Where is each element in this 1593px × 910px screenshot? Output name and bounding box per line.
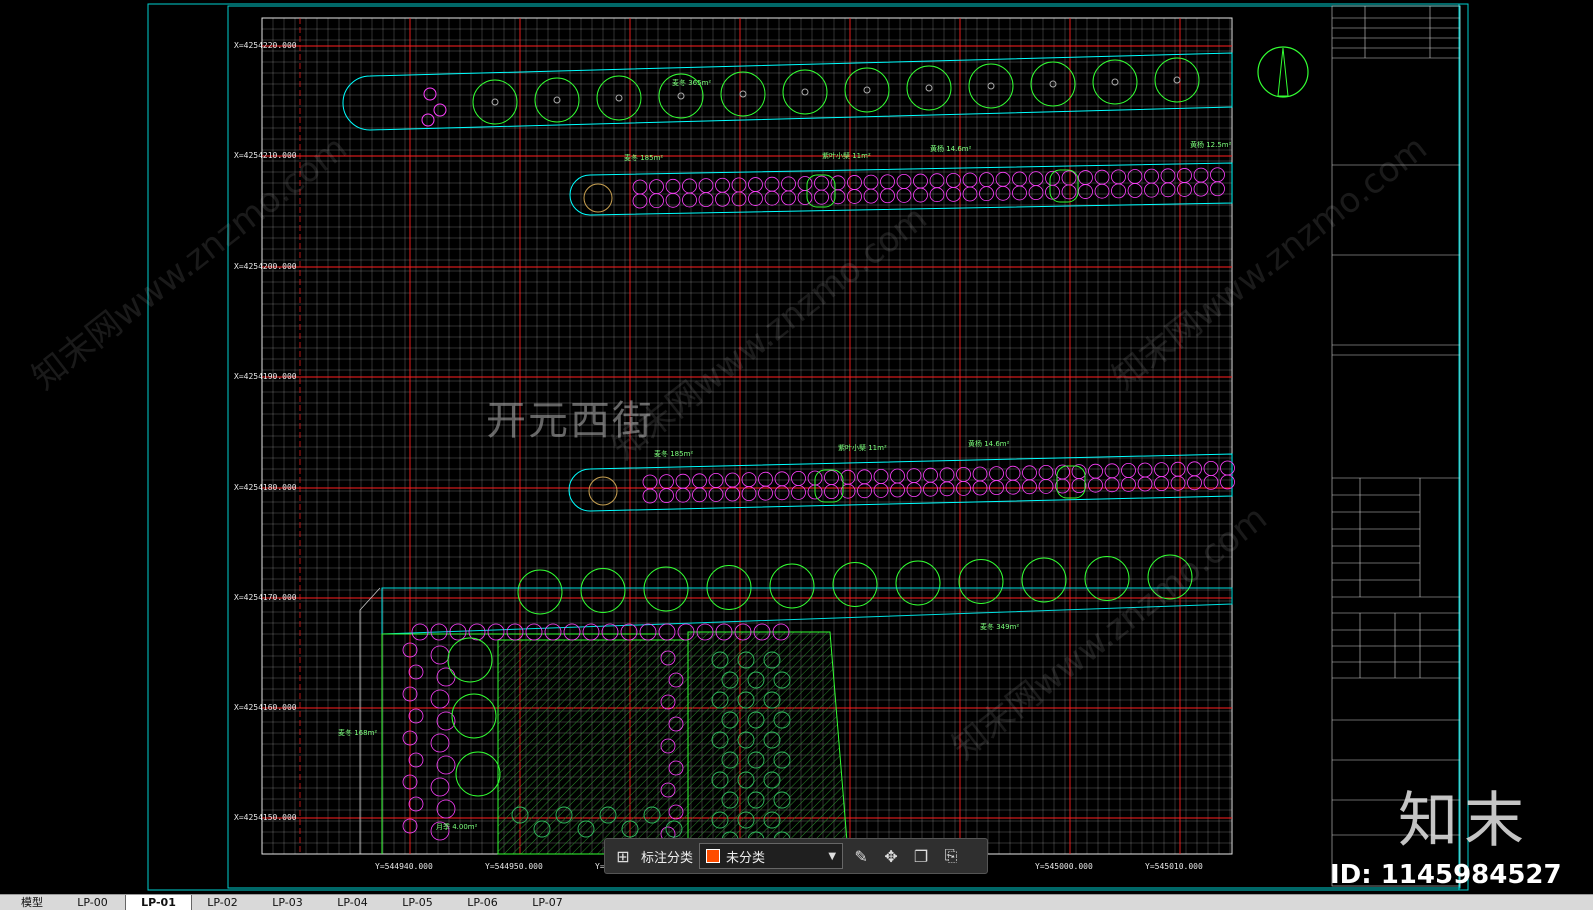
y-coordinate: X=4254160.000 [234, 703, 297, 712]
title-block [1331, 5, 1461, 887]
layout-tab-bar: 模型 LP-00 LP-01 LP-02 LP-03 LP-04 LP-05 LP-06 LP-… [0, 894, 1593, 910]
y-coordinate: X=4254220.000 [234, 41, 297, 50]
y-coordinate: X=4254210.000 [234, 151, 297, 160]
y-coordinate: X=4254200.000 [234, 262, 297, 271]
plant-annotation: 麦冬 185m² [624, 154, 664, 162]
layout-tab-lp-06[interactable]: LP-06 [450, 895, 515, 910]
street-label: 开元西街 [486, 398, 654, 444]
layout-tab-lp-00[interactable]: LP-00 [60, 895, 125, 910]
planting-strip [569, 162, 1233, 216]
tree-row [517, 554, 1193, 615]
layout-tab-lp-05[interactable]: LP-05 [385, 895, 450, 910]
x-coordinate: Y=544950.000 [485, 862, 543, 871]
north-arrow [1257, 46, 1309, 98]
layout-tab-lp-03[interactable]: LP-03 [255, 895, 320, 910]
planting-bed [359, 587, 1233, 855]
y-coordinate: X=4254180.000 [234, 483, 297, 492]
planting-strip [342, 52, 1233, 131]
plant-annotation: 麦冬 168m² [338, 729, 378, 737]
y-coordinate: X=4254170.000 [234, 593, 297, 602]
x-coordinate: Y=545010.000 [1145, 862, 1203, 871]
move-icon[interactable]: ✥ [879, 844, 903, 868]
layout-tab-lp-07[interactable]: LP-07 [515, 895, 580, 910]
cad-viewport[interactable]: X=4254220.000 X=4254210.000 X=4254200.000 X… [0, 0, 1593, 894]
annotation-category-dropdown[interactable]: 未分类 ▼ [699, 843, 844, 869]
plant-annotation: 黄杨 14.6m² [930, 145, 972, 153]
plant-annotation: 黄杨 12.5m² [1190, 141, 1232, 149]
x-coordinate: Y=544940.000 [375, 862, 433, 871]
plant-annotation: 麦冬 349m² [980, 623, 1020, 631]
plant-annotation: 麦冬 185m² [654, 450, 694, 458]
category-color-swatch [706, 849, 721, 863]
paste-icon[interactable]: ⎘ [939, 844, 963, 868]
y-coordinate: X=4254190.000 [234, 372, 297, 381]
plant-annotation: 紫叶小檗 11m² [838, 444, 887, 452]
edit-icon[interactable]: ✎ [849, 844, 873, 868]
annotation-toolbar: ⊞ 标注分类 未分类 ▼ ✎ ✥ ❐ ⎘ [604, 838, 988, 874]
annotation-category-label: 标注分类 [641, 850, 694, 866]
layout-tab-lp-02[interactable]: LP-02 [190, 895, 255, 910]
brand-logo: 知末 [1398, 786, 1530, 856]
plant-annotation: 月季 4.00m² [436, 823, 478, 831]
y-coordinate: X=4254150.000 [234, 813, 297, 822]
chevron-down-icon: ▼ [828, 850, 837, 862]
plant-annotation: 紫叶小檗 11m² [822, 152, 871, 160]
plant-annotation: 麦冬 365m² [672, 79, 712, 87]
copy-icon[interactable]: ❐ [909, 844, 933, 868]
layout-tab-lp-01[interactable]: LP-01 [125, 895, 192, 910]
asset-id: ID: 1145984527 [1330, 860, 1562, 890]
cad-drawing[interactable] [0, 0, 1593, 894]
layout-tab-lp-04[interactable]: LP-04 [320, 895, 385, 910]
annotation-category-value: 未分类 [726, 850, 766, 866]
plant-annotation: 黄杨 14.6m² [968, 440, 1010, 448]
grid-view-icon[interactable]: ⊞ [611, 844, 635, 868]
layout-tab-模型[interactable]: 模型 [4, 895, 60, 910]
x-coordinate: Y=545000.000 [1035, 862, 1093, 871]
